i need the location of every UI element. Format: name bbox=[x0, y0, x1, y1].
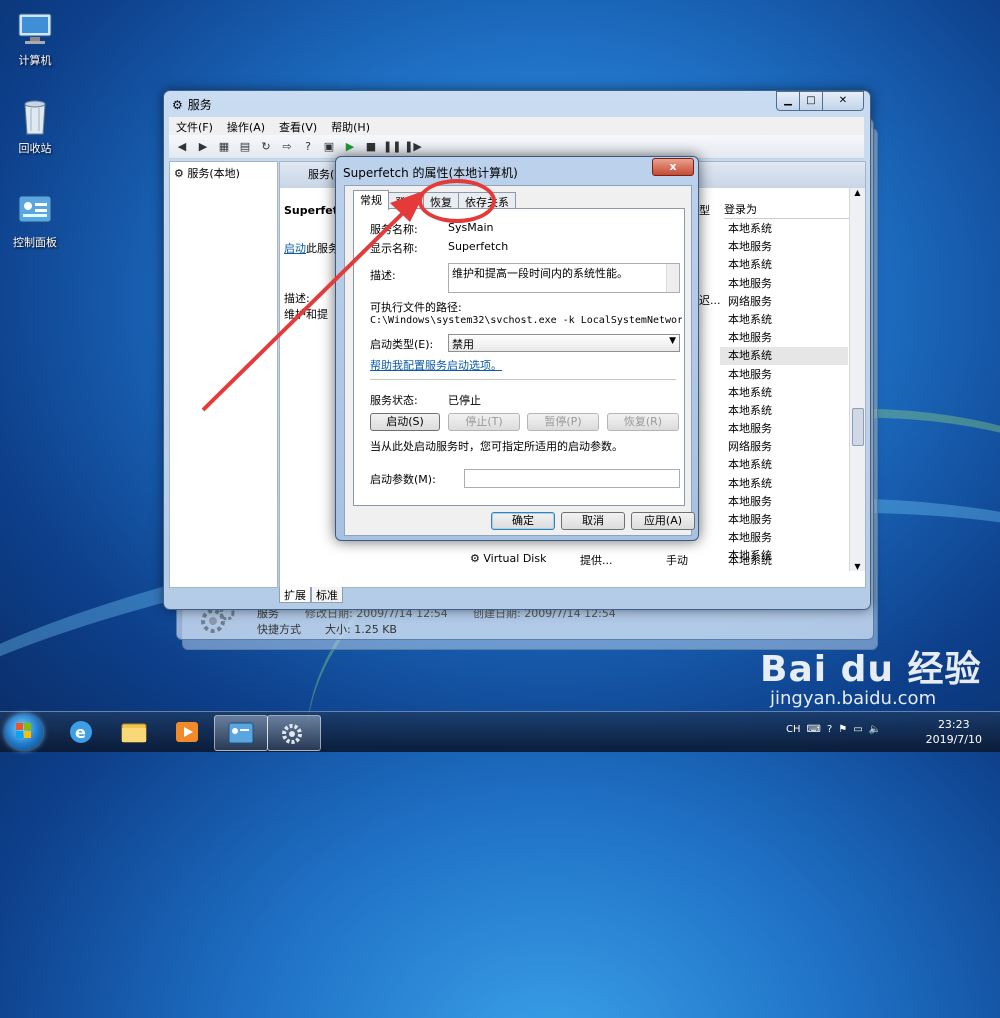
watermark: Bai du 经验 jingyan.baidu.com bbox=[760, 640, 982, 709]
taskbar-control-panel[interactable] bbox=[214, 715, 268, 751]
svg-text:e: e bbox=[75, 723, 86, 742]
taskbar-services[interactable] bbox=[267, 715, 321, 751]
tab-general[interactable]: 常规 bbox=[353, 190, 389, 210]
clock-date: 2019/7/10 bbox=[925, 733, 982, 746]
clock[interactable]: 23:23 2019/7/10 bbox=[926, 717, 982, 747]
internet-explorer-icon: e bbox=[70, 721, 92, 743]
gears-icon bbox=[282, 724, 302, 744]
taskbar-explorer[interactable] bbox=[108, 715, 160, 749]
control-panel-icon bbox=[228, 722, 254, 744]
network-icon[interactable]: ▭ bbox=[853, 724, 862, 735]
language-indicator[interactable]: CH bbox=[786, 724, 801, 735]
taskbar: e CH ⌨ ? ⚑ ▭ 🔈 23:23 2019/7/10 bbox=[0, 711, 1000, 752]
volume-icon[interactable]: 🔈 bbox=[869, 724, 881, 735]
system-tray: CH ⌨ ? ⚑ ▭ 🔈 bbox=[786, 724, 881, 735]
media-player-icon bbox=[176, 722, 198, 742]
clock-time: 23:23 bbox=[937, 718, 970, 731]
taskbar-media-player[interactable] bbox=[161, 715, 213, 749]
keyboard-icon[interactable]: ⌨ bbox=[807, 724, 821, 735]
windows-logo-icon bbox=[16, 723, 31, 738]
folder-icon bbox=[121, 723, 147, 743]
taskbar-ie[interactable]: e bbox=[55, 715, 107, 749]
help-icon[interactable]: ? bbox=[827, 724, 832, 735]
start-button[interactable] bbox=[5, 714, 43, 750]
flag-icon[interactable]: ⚑ bbox=[838, 724, 847, 735]
annotation-arrow bbox=[201, 190, 426, 412]
watermark-brand: Bai du 经验 bbox=[760, 649, 982, 690]
